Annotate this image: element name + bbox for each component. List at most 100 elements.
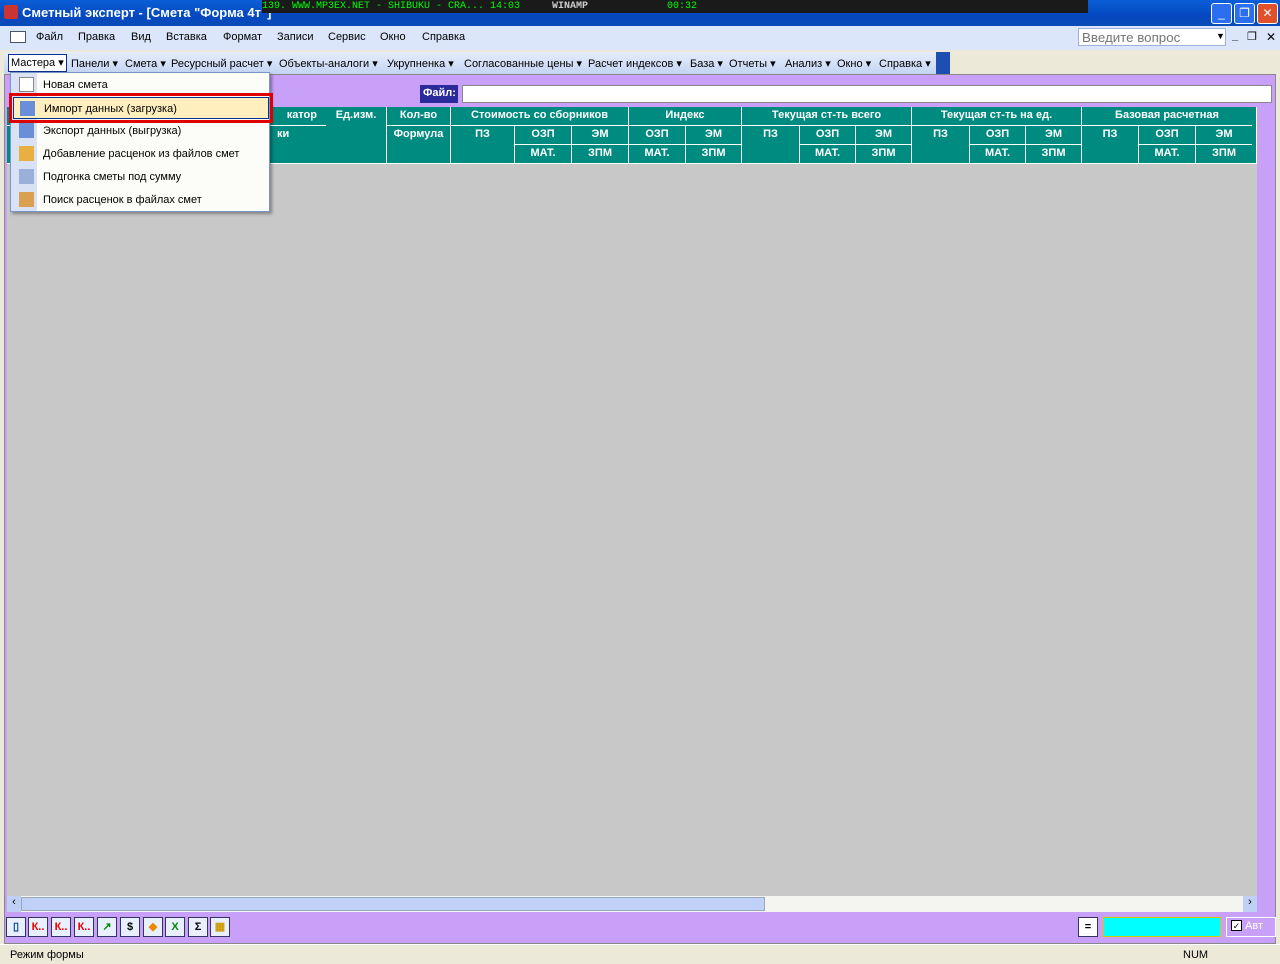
label: База	[690, 58, 715, 70]
chart-icon[interactable]: ↗	[97, 917, 117, 937]
auto-label: Авт	[1245, 920, 1264, 932]
header-col-mat: МАТ.	[970, 145, 1026, 164]
header-col-em: ЭМ	[1026, 126, 1082, 145]
book-icon[interactable]: ▯	[6, 917, 26, 937]
header-col-ozp: ОЗП	[1139, 126, 1196, 145]
doc-restore-button[interactable]: ❐	[1247, 30, 1257, 43]
horizontal-scrollbar[interactable]: ‹ ›	[7, 896, 1257, 912]
header-group: Стоимость со сборников	[451, 107, 629, 126]
label: Новая смета	[43, 79, 108, 91]
file-label: Файл:	[420, 85, 458, 103]
minimize-button[interactable]: _	[1211, 3, 1232, 24]
label: Смета	[125, 58, 158, 70]
menu-item-add-rates[interactable]: Добавление расценок из файлов смет	[13, 143, 269, 165]
header-group: Базовая расчетная	[1082, 107, 1253, 126]
field-list-button[interactable]: =	[1078, 917, 1098, 937]
menu-tools[interactable]: Сервис	[328, 31, 366, 43]
label: Поиск расценок в файлах смет	[43, 194, 202, 206]
header-col-zpm: ЗПМ	[686, 145, 742, 164]
menu-records[interactable]: Записи	[277, 31, 314, 43]
menu-item-fit-estimate[interactable]: Подгонка сметы под сумму	[13, 166, 269, 188]
header-col-em: ЭМ	[856, 126, 912, 145]
header-col-ozp: ОЗП	[515, 126, 572, 145]
close-button[interactable]: ✕	[1257, 3, 1278, 24]
header-unit: Ед.изм.	[326, 107, 387, 164]
scrollbar-thumb[interactable]	[21, 897, 765, 911]
header-qty: Кол-во	[387, 107, 451, 126]
coins-icon[interactable]: $	[120, 917, 140, 937]
label: Справка	[879, 58, 923, 70]
k-button-1[interactable]: К..	[28, 917, 48, 937]
toolbar-options-button[interactable]	[936, 52, 950, 74]
toolbar-analysis[interactable]: Анализ ▾	[785, 57, 831, 70]
header-col-ozp: ОЗП	[800, 126, 856, 145]
k-button-2[interactable]: К..	[51, 917, 71, 937]
label: Окно	[837, 58, 863, 70]
custom-toolbar: Мастера ▾ Панели ▾ Смета ▾ Ресурсный рас…	[4, 52, 950, 74]
toolbar-reports[interactable]: Отчеты ▾	[729, 57, 776, 70]
header-col-pz: ПЗ	[742, 126, 800, 164]
app-icon	[4, 5, 18, 19]
menu-edit[interactable]: Правка	[78, 31, 115, 43]
checkbox-icon: ✓	[1231, 920, 1242, 931]
menu-item-search-rates[interactable]: Поиск расценок в файлах смет	[13, 189, 269, 211]
auto-checkbox[interactable]: ✓ Авт	[1226, 917, 1276, 937]
doc-minimize-button[interactable]: _	[1232, 30, 1238, 42]
folders-icon[interactable]: ▦	[210, 917, 230, 937]
scroll-left-button[interactable]: ‹	[7, 896, 21, 912]
menu-help[interactable]: Справка	[422, 31, 465, 43]
header-col-pz: ПЗ	[1082, 126, 1139, 164]
k-button-3[interactable]: К..	[74, 917, 94, 937]
header-col-ozp: ОЗП	[629, 126, 686, 145]
toolbar-panels[interactable]: Панели ▾	[71, 57, 118, 70]
new-document-icon	[19, 77, 34, 92]
toolbar-window[interactable]: Окно ▾	[837, 57, 871, 70]
label: Импорт данных (загрузка)	[44, 103, 177, 115]
chevron-down-icon[interactable]: ▼	[1216, 31, 1225, 41]
toolbar-help[interactable]: Справка ▾	[879, 57, 931, 70]
menu-view[interactable]: Вид	[131, 31, 151, 43]
header-group: Индекс	[629, 107, 742, 126]
sum-icon[interactable]: Σ	[188, 917, 208, 937]
records-area	[7, 164, 1257, 896]
header-group: Текущая ст-ть всего	[742, 107, 912, 126]
toolbar-analog-objects[interactable]: Объекты-аналоги ▾	[279, 57, 378, 70]
toolbar-agreed-prices[interactable]: Согласованные цены ▾	[464, 57, 582, 70]
label: Укрупненка	[387, 58, 446, 70]
header-col-mat: МАТ.	[515, 145, 572, 164]
header-col-zpm: ЗПМ	[572, 145, 629, 164]
menu-format[interactable]: Формат	[223, 31, 262, 43]
cyan-field[interactable]	[1103, 917, 1221, 937]
label: Подгонка сметы под сумму	[43, 171, 182, 183]
excel-icon[interactable]: X	[165, 917, 185, 937]
toolbar-estimate[interactable]: Смета ▾	[125, 57, 166, 70]
toolbar-masters[interactable]: Мастера ▾	[8, 54, 67, 72]
winamp-bar[interactable]: 139. WWW.MP3EX.NET - SHIBUKU - CRA... 14…	[262, 0, 1088, 13]
menu-item-new-estimate[interactable]: Новая смета	[13, 74, 269, 96]
menu-item-export-data[interactable]: Экспорт данных (выгрузка)	[13, 120, 269, 142]
maximize-button[interactable]: ❐	[1234, 3, 1255, 24]
menu-item-import-data[interactable]: Импорт данных (загрузка)	[9, 93, 273, 123]
label: Анализ	[785, 58, 823, 70]
status-num: NUM	[1183, 949, 1209, 961]
header-col-zpm: ЗПМ	[1196, 145, 1253, 164]
file-input[interactable]	[462, 85, 1272, 103]
menu-insert[interactable]: Вставка	[166, 31, 207, 43]
toolbar-aggregated[interactable]: Укрупненка ▾	[387, 57, 454, 70]
label: Согласованные цены	[464, 58, 574, 70]
toolbar-resource-calc[interactable]: Ресурсный расчет ▾	[171, 57, 272, 70]
window-title: Сметный эксперт - [Смета "Форма 4т"]	[22, 5, 272, 20]
help-search-input[interactable]	[1078, 28, 1226, 46]
toolbar-base[interactable]: База ▾	[690, 57, 723, 70]
scroll-right-button[interactable]: ›	[1243, 896, 1257, 912]
label: Добавление расценок из файлов смет	[43, 148, 240, 160]
toolbar-index-calc[interactable]: Расчет индексов ▾	[588, 57, 682, 70]
menu-file[interactable]: Файл	[36, 31, 63, 43]
doc-close-button[interactable]: ✕	[1266, 30, 1276, 44]
menu-window[interactable]: Окно	[380, 31, 406, 43]
header-col-em: ЭМ	[1196, 126, 1253, 145]
label: Отчеты	[729, 58, 768, 70]
header-overflow	[1252, 107, 1257, 164]
winamp-time: 00:32	[667, 1, 698, 12]
diamond-icon[interactable]: ◆	[143, 917, 163, 937]
